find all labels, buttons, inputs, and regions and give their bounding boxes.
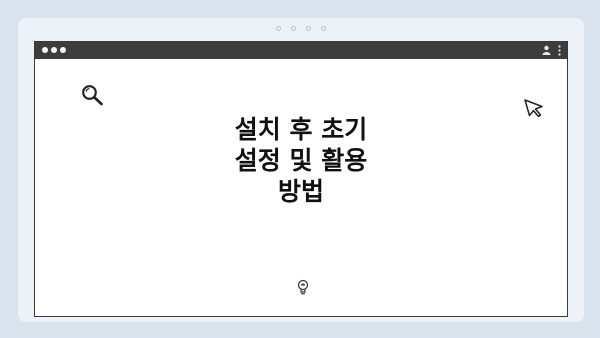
title-line: 설치 후 초기 xyxy=(234,115,368,144)
close-dot[interactable] xyxy=(42,47,48,53)
window-titlebar xyxy=(35,42,567,59)
maximize-dot[interactable] xyxy=(60,47,66,53)
pagination-dot[interactable] xyxy=(276,26,281,31)
pagination-dots xyxy=(18,26,584,31)
search-icon xyxy=(82,85,103,106)
minimize-dot[interactable] xyxy=(51,47,57,53)
title-line: 방법 xyxy=(277,177,324,206)
window-controls xyxy=(42,47,69,53)
more-vert-icon[interactable] xyxy=(558,45,561,56)
pagination-dot[interactable] xyxy=(321,26,326,31)
profile-icon[interactable] xyxy=(542,45,551,55)
pagination-dot[interactable] xyxy=(291,26,296,31)
page-title: 설치 후 초기 설정 및 활용 방법 xyxy=(35,114,567,207)
lightbulb-icon xyxy=(297,279,309,295)
browser-window: 설치 후 초기 설정 및 활용 방법 xyxy=(34,41,568,317)
pagination-dot[interactable] xyxy=(306,26,311,31)
title-line: 설정 및 활용 xyxy=(234,146,368,175)
